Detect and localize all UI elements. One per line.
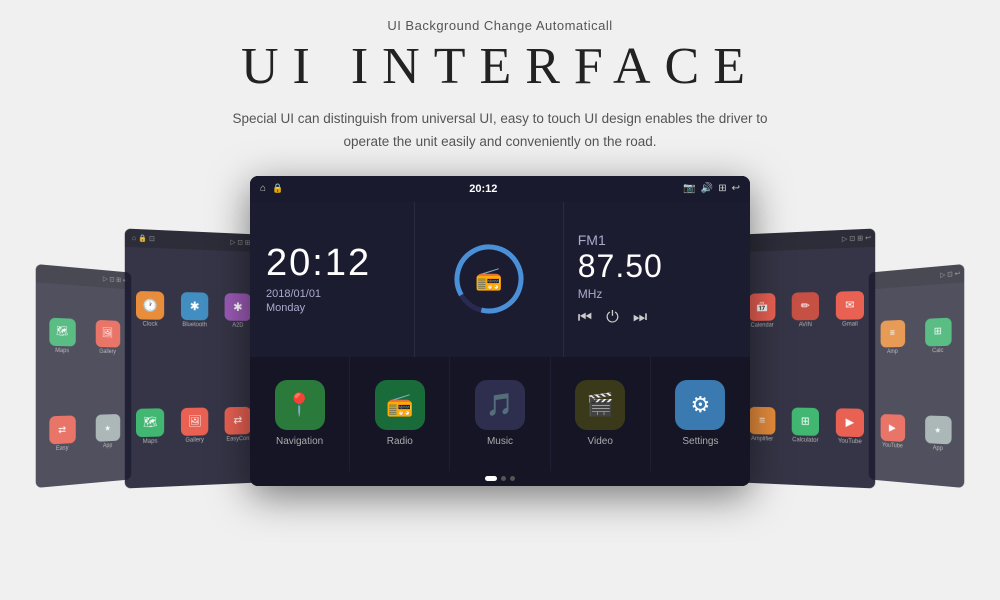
side-app: 🗺 Maps [40, 287, 84, 384]
lock-icon: 🔒 [272, 183, 283, 194]
home-icon: ⌂ [260, 183, 266, 194]
app-radio[interactable]: 📻 Radio [350, 357, 450, 471]
screen-left-far: ▷ ⊡ ⊞ ↩ 🗺 Maps 🖼 Gallery ⇄ Easy ★ App [36, 264, 132, 488]
side-app-avin: ✏ AVIN [785, 253, 826, 366]
screen-bottom: 📍 Navigation 📻 Radio 🎵 Music 🎬 Video ⚙ S… [250, 357, 750, 471]
a2d-label: A2D [232, 322, 243, 328]
status-bar-right: 📷 🔊 ⊞ ↩ [683, 183, 740, 194]
screen-left-near: ⌂ 🔒 ⊡ ▷ ⊡ ⊞ ↩ 🕐 Clock ✱ Bluetooth ✱ A2D [125, 228, 262, 488]
music-label: Music [487, 436, 513, 447]
side-right-near-icons: ▷ ⊡ ⊞ ↩ [842, 234, 871, 243]
video-icon-bg: 🎬 [575, 380, 625, 430]
fm-prev-button[interactable]: ⏮ [578, 309, 592, 327]
side-app: ⇄ Easy [40, 386, 84, 483]
fm-next-button[interactable]: ⏭ [633, 309, 647, 327]
screen-top: 20:12 2018/01/01 Monday 📻 FM1 [250, 202, 750, 357]
fm-mhz: MHz [578, 287, 603, 301]
side-app-r1: ≡ Amp [872, 290, 913, 383]
side-app-r2: ⊞ Calc [916, 287, 960, 384]
settings-icon-bg: ⚙ [675, 380, 725, 430]
clock-day: Monday [266, 302, 305, 314]
clock-widget: 20:12 2018/01/01 Monday [250, 202, 415, 357]
screens-container: ▷ ⊡ ⊞ ↩ 🗺 Maps 🖼 Gallery ⇄ Easy ★ App [0, 176, 1000, 486]
app-settings[interactable]: ⚙ Settings [651, 357, 750, 471]
side-app-maps: 🗺 Maps [129, 369, 171, 484]
side-app-bluetooth: ✱ Bluetooth [174, 253, 215, 366]
side-app-youtube: ▶ YouTube [829, 369, 871, 484]
status-bar-left: ⌂ 🔒 [260, 183, 283, 194]
side-app: 🖼 Gallery [87, 290, 128, 383]
app-navigation[interactable]: 📍 Navigation [250, 357, 350, 471]
status-bar: ⌂ 🔒 20:12 📷 🔊 ⊞ ↩ [250, 176, 750, 202]
bluetooth-label: Bluetooth [182, 321, 207, 327]
clock-label: Clock [143, 321, 158, 327]
radio-arc-widget: 📻 [415, 202, 564, 357]
app-video[interactable]: 🎬 Video [551, 357, 651, 471]
fm-label: FM1 [578, 232, 606, 248]
side-app-gmail: ✉ Gmail [829, 251, 871, 366]
dot-3 [510, 476, 515, 481]
radio-icon-bg: 📻 [375, 380, 425, 430]
video-label: Video [588, 436, 613, 447]
fm-frequency: 87.50 [578, 248, 663, 285]
navigation-icon-bg: 📍 [275, 380, 325, 430]
fm-power-button[interactable]: ⏻ [606, 309, 619, 327]
clock-time: 20:12 [266, 244, 371, 282]
screen-dots [250, 471, 750, 486]
side-app-r4: ★ App [916, 386, 960, 483]
side-app-calculator: ⊞ Calculator [785, 369, 826, 482]
side-app-clock: 🕐 Clock [129, 251, 171, 366]
fm-widget: FM1 87.50 MHz ⏮ ⏻ ⏭ [564, 202, 750, 357]
music-icon-bg: 🎵 [475, 380, 525, 430]
radio-arc: 📻 [449, 239, 529, 319]
back-icon: ↩ [732, 183, 740, 194]
dot-1 [485, 476, 497, 481]
side-app-r3: ▶ YouTube [872, 386, 913, 480]
screen-toggle-icon: ⊞ [718, 183, 726, 194]
settings-label: Settings [682, 436, 718, 447]
side-app: ★ App [87, 386, 128, 480]
screen-right-far: ▷ ⊡ ↩ ≡ Amp ⊞ Calc ▶ YouTube ★ App [869, 264, 965, 488]
clock-date: 2018/01/01 [266, 288, 321, 300]
navigation-label: Navigation [276, 436, 323, 447]
side-app-gallery: 🖼 Gallery [174, 369, 215, 482]
radio-icon: 📻 [475, 266, 502, 292]
camera-icon: 📷 [683, 183, 695, 194]
radio-label: Radio [387, 436, 413, 447]
dot-2 [501, 476, 506, 481]
volume-icon: 🔊 [701, 183, 713, 194]
app-music[interactable]: 🎵 Music [450, 357, 550, 471]
top-label: UI Background Change Automaticall [387, 18, 612, 33]
fm-controls: ⏮ ⏻ ⏭ [578, 309, 647, 327]
description: Special UI can distinguish from universa… [232, 108, 767, 154]
screen-right-near: ⌂ ▷ ⊡ ⊞ ↩ 📅 Calendar ✏ AVIN ✉ Gmail ≡ [739, 228, 876, 488]
page-title: UI INTERFACE [241, 37, 759, 96]
main-screen: ⌂ 🔒 20:12 📷 🔊 ⊞ ↩ 20:12 2018/01/01 Monda… [250, 176, 750, 486]
status-time: 20:12 [469, 183, 497, 195]
side-right-far-icons: ▷ ⊡ ↩ [940, 269, 960, 279]
